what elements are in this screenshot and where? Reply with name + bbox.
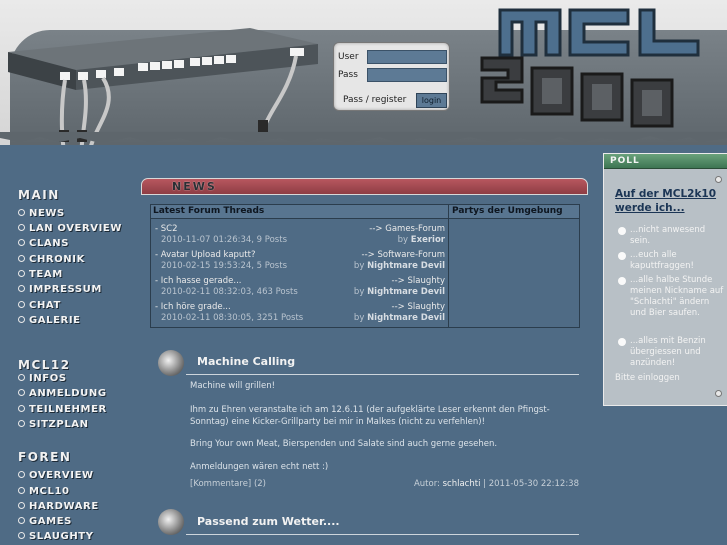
poll-login-note: Bitte einloggen	[615, 373, 680, 383]
nav-item-sitzplan[interactable]: SITZPLAN	[18, 419, 89, 430]
cd-icon	[158, 350, 184, 376]
radio-icon[interactable]	[618, 277, 626, 285]
screw-icon	[715, 176, 722, 183]
thread-meta: 2010-02-15 19:53:24, 5 Posts	[161, 261, 288, 271]
bullet-icon	[18, 316, 25, 323]
nav-heading-mcl12: MCL12	[18, 358, 71, 372]
network-switch-image	[8, 28, 318, 150]
bullet-icon	[18, 301, 25, 308]
thread-title[interactable]: - Ich hasse gerade...	[155, 276, 241, 286]
thread-meta: 2010-02-11 08:32:03, 463 Posts	[161, 287, 298, 297]
nav-item-impressum[interactable]: IMPRESSUM	[18, 284, 102, 295]
thread-forum[interactable]: --> Slaughty	[392, 302, 445, 312]
bullet-icon	[18, 209, 25, 216]
post-paragraph: Anmeldungen wären echt nett :)	[190, 462, 329, 472]
header: User Pass Pass / register login	[0, 0, 727, 150]
poll-option[interactable]: ...alle halbe Stunde meinen Nickname auf…	[618, 275, 726, 319]
post-divider	[186, 534, 579, 535]
poll-tab: POLL	[604, 154, 727, 169]
nav-item-games[interactable]: GAMES	[18, 516, 72, 527]
thread-author: by Nightmare Devil	[353, 261, 445, 271]
user-label: User	[338, 52, 359, 62]
bullet-icon	[18, 374, 25, 381]
bullet-icon	[18, 255, 25, 262]
nav-item-hardware[interactable]: HARDWARE	[18, 501, 99, 512]
bullet-icon	[18, 405, 25, 412]
cd-icon	[158, 509, 184, 535]
nav-item-overview[interactable]: OVERVIEW	[18, 470, 94, 481]
threads-header: Latest Forum Threads Partys der Umgebung	[151, 205, 579, 219]
pass-register-link[interactable]: Pass / register	[343, 95, 406, 105]
radio-icon[interactable]	[618, 338, 626, 346]
thread-meta: 2010-02-11 08:30:05, 3251 Posts	[161, 313, 304, 323]
nav-item-clans[interactable]: CLANS	[18, 238, 69, 249]
password-input[interactable]	[367, 68, 447, 82]
bullet-icon	[18, 517, 25, 524]
comments-link[interactable]: [Kommentare] (2)	[190, 479, 266, 489]
login-box: User Pass Pass / register login	[333, 42, 450, 111]
nav-item-lan-overview[interactable]: LAN OVERVIEW	[18, 223, 122, 234]
poll-panel: POLL Auf der MCL2k10 werde ich... ...nic…	[603, 153, 727, 406]
bullet-icon	[18, 285, 25, 292]
threads-title: Latest Forum Threads	[153, 206, 265, 216]
post-title: Passend zum Wetter....	[197, 515, 340, 528]
bullet-icon	[18, 270, 25, 277]
post-divider	[186, 374, 579, 375]
pass-label: Pass	[338, 70, 358, 80]
post-paragraph: Bring Your own Meat, Bierspenden und Sal…	[190, 439, 498, 449]
poll-option[interactable]: ...alles mit Benzin übergiessen und anzü…	[618, 336, 726, 369]
news-tab: NEWS	[141, 178, 588, 195]
bullet-icon	[18, 239, 25, 246]
nav-item-galerie[interactable]: GALERIE	[18, 315, 81, 326]
thread-forum[interactable]: --> Games-Forum	[369, 224, 445, 234]
bullet-icon	[18, 224, 25, 231]
poll-option[interactable]: ...nicht anwesend sein.	[618, 225, 726, 247]
news-heading: NEWS	[172, 180, 217, 193]
post-paragraph: Ihm zu Ehren veranstalte ich am 12.6.11 …	[190, 405, 550, 427]
nav-item-anmeldung[interactable]: ANMELDUNG	[18, 388, 107, 399]
thread-meta: 2010-11-07 01:26:34, 9 Posts	[161, 235, 288, 245]
post-author-date: Autor: schlachti | 2011-05-30 22:12:38	[413, 479, 579, 489]
thread-author: by Nightmare Devil	[353, 313, 445, 323]
screw-icon	[715, 390, 722, 397]
login-button[interactable]: login	[416, 93, 447, 108]
bullet-icon	[18, 487, 25, 494]
nav-item-teilnehmer[interactable]: TEILNEHMER	[18, 404, 107, 415]
thread-title[interactable]: - Avatar Upload kaputt?	[155, 250, 256, 260]
radio-icon[interactable]	[618, 227, 626, 235]
nav-item-team[interactable]: TEAM	[18, 269, 63, 280]
mcl2000-logo	[480, 8, 700, 128]
post-title: Machine Calling	[197, 355, 296, 368]
thread-forum[interactable]: --> Software-Forum	[362, 250, 445, 260]
threads-divider	[448, 205, 449, 327]
bullet-icon	[18, 389, 25, 396]
thread-title[interactable]: - SC2	[155, 224, 178, 234]
radio-icon[interactable]	[618, 252, 626, 260]
parties-title: Partys der Umgebung	[452, 206, 563, 216]
bullet-icon	[18, 502, 25, 509]
thread-author: by Exerior	[397, 235, 445, 245]
poll-label: POLL	[610, 156, 640, 166]
bullet-icon	[18, 471, 25, 478]
nav-heading-main: MAIN	[18, 188, 60, 202]
thread-author: by Nightmare Devil	[353, 287, 445, 297]
nav-item-news[interactable]: NEWS	[18, 208, 65, 219]
bullet-icon	[18, 420, 25, 427]
poll-question[interactable]: Auf der MCL2k10 werde ich...	[615, 187, 723, 215]
forum-threads-box: Latest Forum Threads Partys der Umgebung…	[150, 204, 580, 328]
nav-item-chat[interactable]: CHAT	[18, 300, 61, 311]
nav-item-infos[interactable]: INFOS	[18, 373, 67, 384]
post-author[interactable]: schlachti	[443, 479, 481, 489]
thread-title[interactable]: - Ich höre grade...	[155, 302, 231, 312]
thread-forum[interactable]: --> Slaughty	[392, 276, 445, 286]
poll-option[interactable]: ...euch alle kaputtfraggen!	[618, 250, 726, 272]
nav-item-mcl10[interactable]: MCL10	[18, 486, 70, 497]
nav-heading-foren: FOREN	[18, 450, 72, 464]
user-input[interactable]	[367, 50, 447, 64]
nav-item-chronik[interactable]: CHRONIK	[18, 254, 85, 265]
post-paragraph: Machine will grillen!	[190, 381, 276, 391]
bullet-icon	[18, 532, 25, 539]
nav-item-slaughty[interactable]: SLAUGHTY	[18, 531, 94, 542]
